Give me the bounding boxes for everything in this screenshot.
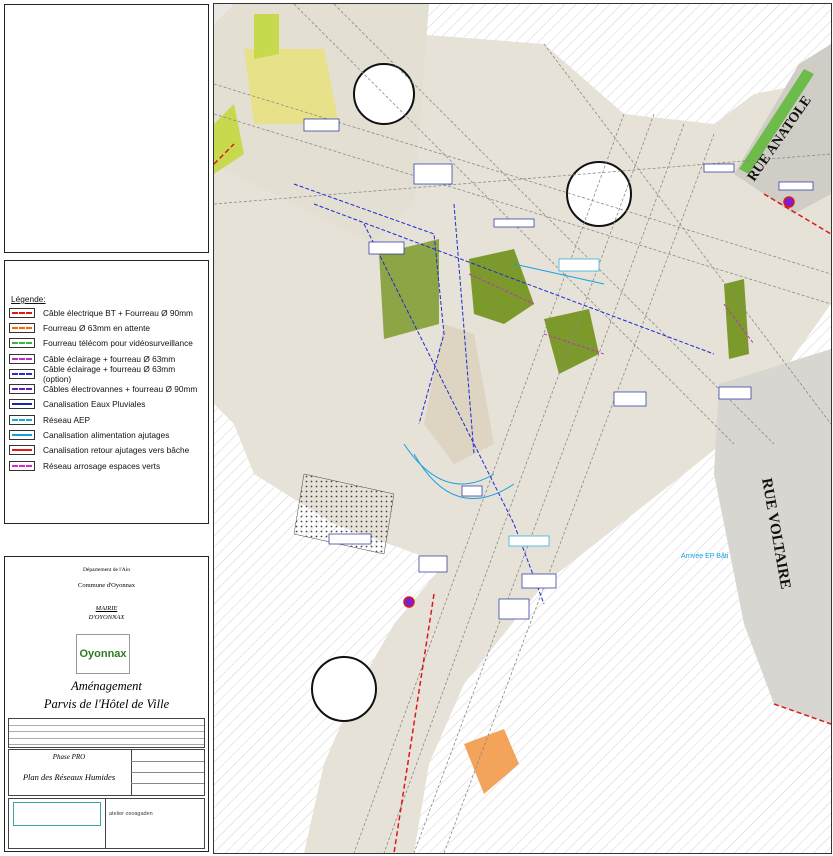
project-title-line1: Aménagement — [71, 679, 142, 693]
legend-label: Canalisation Eaux Pluviales — [43, 399, 146, 410]
agency-logo-1 — [13, 802, 101, 826]
green-bed-north — [254, 14, 279, 59]
legend-swatch — [9, 445, 35, 456]
legend-title: Légende: — [11, 294, 46, 304]
revision-table — [8, 718, 205, 748]
legend-list: Câble électrique BT + Fourreau Ø 90mm Fou… — [9, 305, 205, 473]
legend-label: Câble électrique BT + Fourreau Ø 90mm — [43, 307, 193, 318]
legend-item: Câble électrique BT + Fourreau Ø 90mm — [9, 305, 205, 320]
legend-item: Canalisation Eaux Pluviales — [9, 397, 205, 412]
legend-swatch — [9, 353, 35, 364]
legend-swatch — [9, 414, 35, 425]
departement-text: Département de l'Ain — [82, 567, 131, 573]
legend-swatch — [9, 368, 35, 379]
logo-text: Oyonnax — [79, 648, 127, 660]
legend-item: Réseau arrosage espaces verts — [9, 458, 205, 473]
legend-swatch — [9, 322, 35, 333]
legend-item: Câbles électrovannes + fourreau Ø 90mm — [9, 381, 205, 396]
agency-box: atelier oxoagaden — [8, 798, 205, 849]
phase-box: Phase PRO Plan des Réseaux Humides — [8, 749, 205, 796]
legend-item: Réseau AEP — [9, 412, 205, 427]
legend-swatch — [9, 338, 35, 349]
legend-item: Fourreau télécom pour vidéosurveillance — [9, 336, 205, 351]
legend-label: Canalisation alimentation ajutages — [43, 430, 170, 441]
legend-label: Câble éclairage + fourreau Ø 63mm — [43, 353, 176, 364]
note-arrivee-ep: Arrivée EP Bâti — [681, 553, 729, 560]
oyonnax-logo: Oyonnax — [76, 634, 130, 674]
legend-swatch — [9, 384, 35, 395]
commune-text: Commune d'Oyonnax — [78, 582, 135, 589]
legend-label: Câble éclairage + fourreau Ø 63mm (optio… — [43, 363, 176, 384]
agency-name: atelier oxoagaden — [109, 811, 153, 817]
plan-drawing: RUE ANATOLE RUE VOLTAIRE Arrivée EP Bâti — [214, 4, 831, 853]
legend-panel: Légende: Câble électrique BT + Fourreau … — [4, 260, 209, 524]
round-tree-south — [311, 656, 377, 722]
legend-swatch — [9, 399, 35, 410]
legend-swatch — [9, 307, 35, 318]
legend-item: Canalisation alimentation ajutages — [9, 427, 205, 442]
manhole-anatole — [783, 196, 795, 208]
yellow-paving-area — [244, 49, 339, 124]
legend-item: Fourreau Ø 63mm en attente — [9, 320, 205, 335]
project-title-line2: Parvis de l'Hôtel de Ville — [43, 697, 170, 711]
legend-label: Réseau AEP — [43, 414, 91, 425]
legend-item: Câble éclairage + fourreau Ø 63mm (optio… — [9, 363, 205, 384]
legend-label: Fourreau Ø 63mm en attente — [43, 322, 150, 333]
site-plan: RUE ANATOLE RUE VOLTAIRE Arrivée EP Bâti — [213, 3, 832, 854]
legend-swatch — [9, 460, 35, 471]
ville-text: D'OYONNAX — [88, 614, 125, 621]
legend-label: Canalisation retour ajutages vers bâche — [43, 445, 190, 456]
legend-label: Câbles électrovannes + fourreau Ø 90mm — [43, 384, 198, 395]
legend-swatch — [9, 430, 35, 441]
mairie-text: MAIRIE — [95, 605, 118, 612]
manhole-south — [403, 596, 415, 608]
phase-text: Phase PRO — [52, 753, 86, 761]
legend-label: Fourreau télécom pour vidéosurveillance — [43, 338, 193, 349]
plan-title-text: Plan des Réseaux Humides — [22, 772, 116, 782]
legend-label: Réseau arrosage espaces verts — [43, 460, 161, 471]
legend-item: Canalisation retour ajutages vers bâche — [9, 443, 205, 458]
round-tree-east — [566, 161, 632, 227]
left-top-panel — [4, 4, 209, 253]
